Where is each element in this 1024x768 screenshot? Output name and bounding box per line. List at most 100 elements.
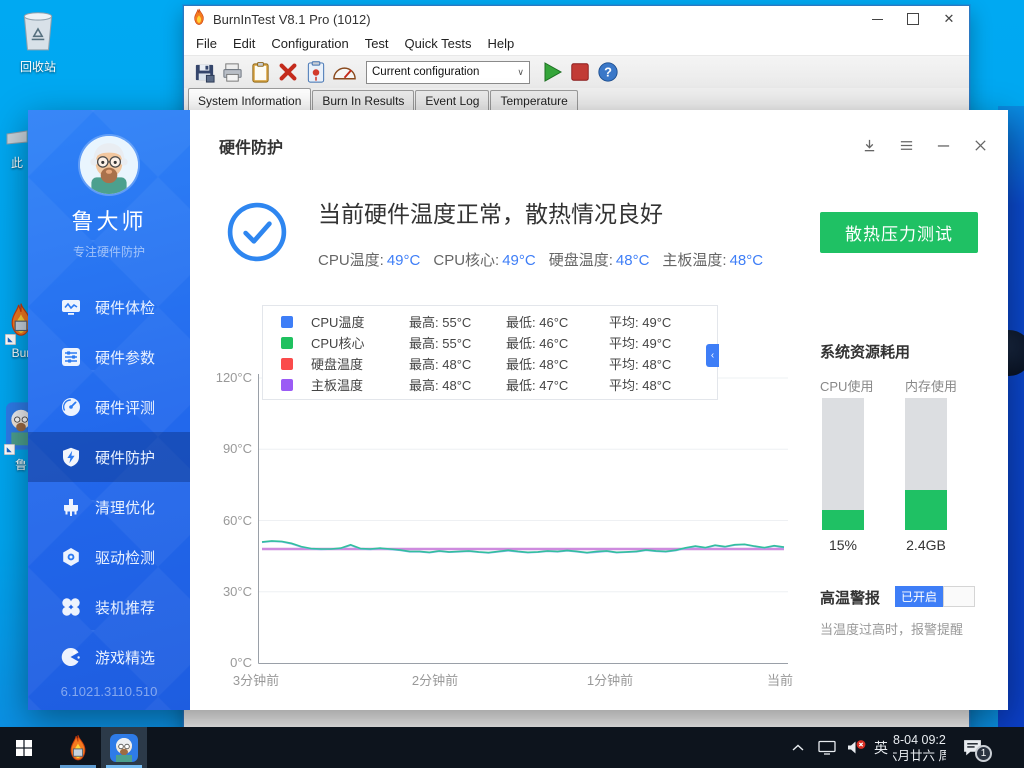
minimize-button[interactable]	[935, 137, 951, 153]
minimize-button[interactable]	[859, 6, 895, 32]
sidebar-item-label: 装机推荐	[95, 597, 155, 618]
stat-label: 最高:	[409, 378, 439, 393]
stat-label: 平均:	[609, 378, 639, 393]
taskbar-burnintest-button[interactable]	[55, 727, 101, 768]
screen: 回收站 此 Bur 鲁 BurnInTest V8.1 Pro (1012)	[0, 0, 1024, 768]
taskbar: 英 8-04 09:20 六月廿六 周六 1	[0, 727, 1024, 768]
sidebar-item-clover[interactable]: 装机推荐	[28, 582, 190, 632]
tab-system-information[interactable]: System Information	[188, 88, 311, 112]
clipboard-button[interactable]	[246, 59, 274, 85]
sidebar-nav: 硬件体检硬件参数硬件评测硬件防护清理优化驱动检测装机推荐游戏精选	[28, 282, 190, 682]
svg-text:?: ?	[604, 65, 612, 80]
legend-stat-min: 最低: 47°C	[506, 375, 609, 394]
menu-item-test[interactable]: Test	[357, 36, 397, 51]
sidebar-item-sliders[interactable]: 硬件参数	[28, 332, 190, 382]
sidebar-item-label: 游戏精选	[95, 647, 155, 668]
sidebar-item-monitor-pulse[interactable]: 硬件体检	[28, 282, 190, 332]
cpu-usage-bar	[822, 398, 864, 530]
stop-tests-button[interactable]	[566, 59, 594, 85]
help-button[interactable]: ?	[594, 59, 622, 85]
monitor-pulse-icon	[61, 297, 81, 317]
stat-label: 最低:	[506, 378, 536, 393]
sidebar-item-lightning-shield[interactable]: 硬件防护	[28, 432, 190, 482]
configuration-select[interactable]: Current configuration ∨	[366, 61, 530, 84]
legend-stat-max: 最高: 55°C	[409, 333, 506, 352]
chevron-up-icon	[792, 744, 804, 752]
download-button[interactable]	[861, 137, 877, 153]
window-controls: ✕	[859, 6, 967, 32]
taskbar-ludashi-button[interactable]	[101, 727, 147, 768]
stat-value: 47°C	[539, 378, 568, 393]
network-status-icon[interactable]	[813, 727, 841, 768]
temp-summary-item: 硬盘温度:48°C	[549, 249, 650, 270]
menu-button[interactable]	[898, 137, 914, 153]
minimize-icon	[872, 19, 883, 20]
sidebar-item-label: 硬件评测	[95, 397, 155, 418]
sidebar-item-gauge[interactable]: 硬件评测	[28, 382, 190, 432]
series-CPU核心	[262, 541, 784, 553]
tab-event-log[interactable]: Event Log	[415, 90, 489, 112]
menu-item-edit[interactable]: Edit	[225, 36, 263, 51]
start-button[interactable]	[0, 727, 48, 768]
sidebar-item-label: 清理优化	[95, 497, 155, 518]
action-center-button[interactable]: 1	[946, 727, 998, 768]
stat-label: 最低:	[506, 336, 536, 351]
sidebar-item-pacman[interactable]: 游戏精选	[28, 632, 190, 682]
start-tests-button[interactable]	[538, 59, 566, 85]
ludashi-window: 鲁大师 专注硬件防护 硬件体检硬件参数硬件评测硬件防护清理优化驱动检测装机推荐游…	[28, 110, 1008, 710]
tray-expand-button[interactable]	[786, 727, 810, 768]
legend-swatch	[281, 316, 293, 328]
maximize-button[interactable]	[895, 6, 931, 32]
stat-value: 46°C	[539, 315, 568, 330]
temperature-chart	[258, 366, 788, 664]
legend-stat-min: 最低: 46°C	[506, 312, 609, 331]
legend-series-name: CPU核心	[311, 333, 409, 352]
close-button[interactable]: ✕	[931, 6, 967, 32]
maximize-icon	[907, 13, 919, 25]
x-axis-tick: 当前	[767, 670, 793, 689]
legend-row: 主板温度最高: 48°C最低: 47°C平均: 48°C	[263, 374, 717, 395]
stat-label: 最低:	[506, 357, 536, 372]
sidebar-item-brush[interactable]: 清理优化	[28, 482, 190, 532]
sidebar-item-nut[interactable]: 驱动检测	[28, 532, 190, 582]
temp-summary-item: CPU温度:49°C	[318, 249, 420, 270]
stat-value: 48°C	[642, 378, 671, 393]
heat-stress-test-button[interactable]: 散热压力测试	[820, 212, 978, 253]
shortcut-arrow-icon	[5, 334, 16, 345]
stat-label: 最高:	[409, 357, 439, 372]
temp-value: 48°C	[730, 252, 764, 269]
app-tagline: 专注硬件防护	[28, 243, 190, 260]
volume-muted-icon[interactable]	[842, 727, 870, 768]
save-button[interactable]	[190, 59, 218, 85]
status-ok-check-icon	[227, 202, 287, 262]
menu-item-file[interactable]: File	[188, 36, 225, 51]
tab-temperature[interactable]: Temperature	[490, 90, 577, 112]
legend-stat-avg: 平均: 48°C	[609, 354, 671, 373]
legend-row: CPU温度最高: 55°C最低: 46°C平均: 49°C	[263, 311, 717, 332]
desktop-icon-recycle-bin[interactable]: 回收站	[4, 8, 72, 75]
test-preferences-button[interactable]	[302, 59, 330, 85]
temp-label: 主板温度:	[662, 252, 726, 269]
legend-collapse-tab[interactable]: ‹	[706, 344, 719, 367]
stat-label: 最高:	[409, 336, 439, 351]
menu-item-quick-tests[interactable]: Quick Tests	[397, 36, 480, 51]
legend-series-name: CPU温度	[311, 312, 409, 331]
menu-item-help[interactable]: Help	[479, 36, 522, 51]
legend-row: 硬盘温度最高: 48°C最低: 48°C平均: 48°C	[263, 353, 717, 374]
legend-series-name: 主板温度	[311, 375, 409, 394]
delete-button[interactable]	[274, 59, 302, 85]
y-axis-tick: 60°C	[196, 513, 252, 528]
menu-item-configuration[interactable]: Configuration	[263, 36, 356, 51]
legend-row: CPU核心最高: 55°C最低: 46°C平均: 49°C	[263, 332, 717, 353]
gauge-button[interactable]	[330, 59, 358, 85]
tab-burn-in-results[interactable]: Burn In Results	[312, 90, 414, 112]
print-button[interactable]	[218, 59, 246, 85]
stat-value: 55°C	[442, 336, 471, 351]
configuration-select-value: Current configuration	[372, 66, 479, 78]
chevron-left-icon: ‹	[711, 350, 714, 361]
burnintest-flame-icon	[192, 8, 206, 31]
close-button[interactable]	[972, 137, 988, 153]
x-axis-tick: 2分钟前	[412, 670, 458, 689]
ime-indicator[interactable]: 英	[869, 727, 893, 768]
high-temp-alert-toggle[interactable]: 已开启	[895, 586, 975, 607]
